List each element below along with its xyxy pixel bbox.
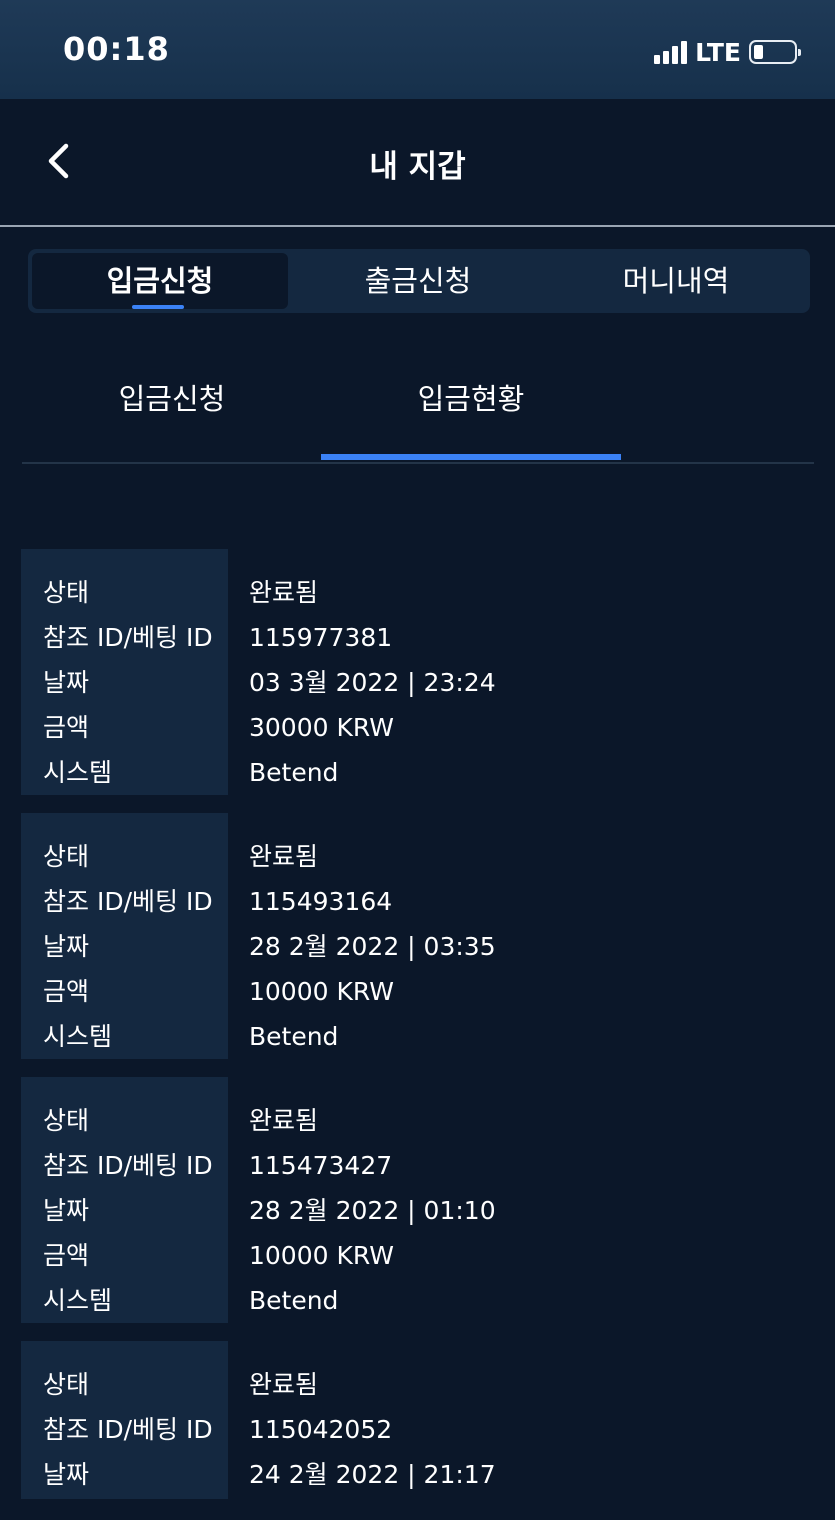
subtab-deposit-status[interactable]: 입금현황 (321, 376, 621, 418)
deposit-record: 상태 완료됨 참조 ID/베팅 ID 115473427 날짜 28 2월 20… (21, 1077, 815, 1323)
amount-value: 10000 KRW (249, 977, 394, 1006)
record-row-system: 시스템 Betend (21, 1278, 815, 1323)
amount-value: 30000 KRW (249, 713, 394, 742)
field-label: 시스템 (43, 758, 113, 787)
battery-icon (749, 40, 801, 64)
main-tab-bar: 입금신청 출금신청 머니내역 (28, 249, 810, 313)
field-label: 상태 (43, 578, 90, 607)
sub-tab-bar: 입금신청 입금현황 (22, 360, 814, 464)
page-header: 내 지갑 (0, 99, 835, 227)
status-value: 완료됨 (249, 1370, 319, 1399)
record-row-status: 상태 완료됨 (21, 1362, 815, 1407)
record-row-system: 시스템 Betend (21, 750, 815, 795)
record-row-date: 날짜 03 3월 2022 | 23:24 (21, 660, 815, 705)
field-label: 날짜 (43, 1460, 90, 1489)
status-value: 완료됨 (249, 578, 319, 607)
subtab-deposit-request[interactable]: 입금신청 (22, 376, 322, 418)
record-row-amount: 금액 10000 KRW (21, 969, 815, 1014)
field-label: 시스템 (43, 1286, 113, 1315)
field-label: 금액 (43, 977, 90, 1006)
amount-value: 10000 KRW (249, 1241, 394, 1270)
field-label: 상태 (43, 1106, 90, 1135)
deposit-record: 상태 완료됨 참조 ID/베팅 ID 115042052 날짜 24 2월 20… (21, 1341, 815, 1499)
status-value: 완료됨 (249, 842, 319, 871)
field-label: 날짜 (43, 932, 90, 961)
record-row-ref: 참조 ID/베팅 ID 115042052 (21, 1407, 815, 1452)
deposit-record: 상태 완료됨 참조 ID/베팅 ID 115493164 날짜 28 2월 20… (21, 813, 815, 1059)
status-value: 완료됨 (249, 1106, 319, 1135)
record-row-ref: 참조 ID/베팅 ID 115977381 (21, 615, 815, 660)
record-row-amount: 금액 30000 KRW (21, 705, 815, 750)
field-label: 상태 (43, 1370, 90, 1399)
field-label: 날짜 (43, 668, 90, 697)
field-label: 날짜 (43, 1196, 90, 1225)
tab-label: 입금신청 (106, 264, 214, 298)
ref-id-value: 115473427 (249, 1151, 393, 1180)
ref-id-value: 115493164 (249, 887, 393, 916)
date-value: 24 2월 2022 | 21:17 (249, 1460, 496, 1489)
field-label: 상태 (43, 842, 90, 871)
system-value: Betend (249, 758, 339, 787)
ref-id-value: 115977381 (249, 623, 393, 652)
ref-id-value: 115042052 (249, 1415, 393, 1444)
record-row-date: 날짜 28 2월 2022 | 01:10 (21, 1188, 815, 1233)
active-subtab-indicator (321, 454, 621, 460)
record-row-amount: 금액 10000 KRW (21, 1233, 815, 1278)
signal-bars-icon (654, 40, 688, 64)
field-label: 금액 (43, 1241, 90, 1270)
tab-money-history[interactable]: 머니내역 (548, 253, 804, 309)
field-label: 시스템 (43, 1022, 113, 1051)
date-value: 28 2월 2022 | 03:35 (249, 932, 496, 961)
active-tab-underline (132, 305, 184, 309)
record-row-status: 상태 완료됨 (21, 834, 815, 879)
record-row-system: 시스템 Betend (21, 1014, 815, 1059)
system-value: Betend (249, 1286, 339, 1315)
page-title: 내 지갑 (369, 149, 466, 185)
date-value: 03 3월 2022 | 23:24 (249, 668, 496, 697)
system-value: Betend (249, 1022, 339, 1051)
date-value: 28 2월 2022 | 01:10 (249, 1196, 496, 1225)
status-time: 00:18 (63, 30, 170, 68)
deposit-record: 상태 완료됨 참조 ID/베팅 ID 115977381 날짜 03 3월 20… (21, 549, 815, 795)
field-label: 참조 ID/베팅 ID (43, 887, 213, 916)
record-row-date: 날짜 28 2월 2022 | 03:35 (21, 924, 815, 969)
status-bar: 00:18 LTE (0, 0, 835, 99)
field-label: 금액 (43, 713, 90, 742)
field-label: 참조 ID/베팅 ID (43, 1151, 213, 1180)
network-type: LTE (695, 37, 741, 67)
record-row-status: 상태 완료됨 (21, 1098, 815, 1143)
tab-withdraw-request[interactable]: 출금신청 (290, 253, 546, 309)
status-indicators: LTE (654, 36, 801, 68)
record-row-status: 상태 완료됨 (21, 570, 815, 615)
tab-deposit-request[interactable]: 입금신청 (32, 253, 288, 309)
record-row-ref: 참조 ID/베팅 ID 115493164 (21, 879, 815, 924)
tab-label: 머니내역 (622, 264, 730, 298)
record-row-ref: 참조 ID/베팅 ID 115473427 (21, 1143, 815, 1188)
tab-label: 출금신청 (364, 264, 472, 298)
record-row-date: 날짜 24 2월 2022 | 21:17 (21, 1452, 815, 1497)
field-label: 참조 ID/베팅 ID (43, 623, 213, 652)
field-label: 참조 ID/베팅 ID (43, 1415, 213, 1444)
